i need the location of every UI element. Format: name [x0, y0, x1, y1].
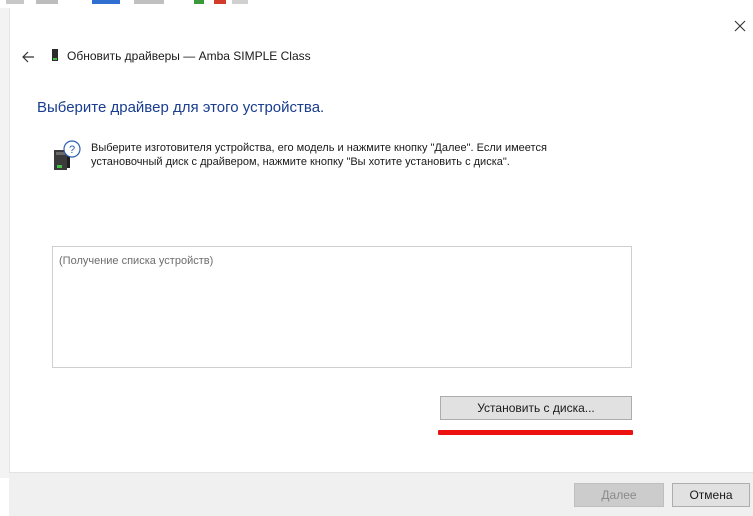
next-button[interactable]: Далее: [574, 483, 664, 507]
window-title: Обновить драйверы — Amba SIMPLE Class: [67, 49, 311, 63]
device-icon: [52, 49, 58, 61]
device-list-status: (Получение списка устройств): [59, 255, 214, 267]
instructions-text: Выберите изготовителя устройства, его мо…: [91, 141, 651, 169]
page-heading: Выберите драйвер для этого устройства.: [37, 99, 325, 116]
cancel-button[interactable]: Отмена: [672, 483, 750, 507]
hardware-help-icon: ?: [54, 140, 81, 170]
install-from-disk-button[interactable]: Установить с диска...: [440, 396, 632, 420]
close-icon: [734, 20, 746, 32]
highlight-underline: [438, 430, 633, 435]
back-arrow-icon: [22, 51, 34, 63]
instructions-line-1: Выберите изготовителя устройства, его мо…: [91, 142, 547, 154]
update-drivers-window: Обновить драйверы — Amba SIMPLE Class Вы…: [0, 0, 753, 516]
instructions-line-2: установочный диск с драйвером, нажмите к…: [91, 156, 510, 168]
close-button[interactable]: [730, 16, 750, 36]
background-window-strip: [0, 0, 270, 6]
back-button[interactable]: [19, 48, 39, 66]
svg-text:?: ?: [69, 144, 75, 156]
window-left-edge: [0, 8, 10, 478]
device-list[interactable]: (Получение списка устройств): [52, 246, 632, 368]
